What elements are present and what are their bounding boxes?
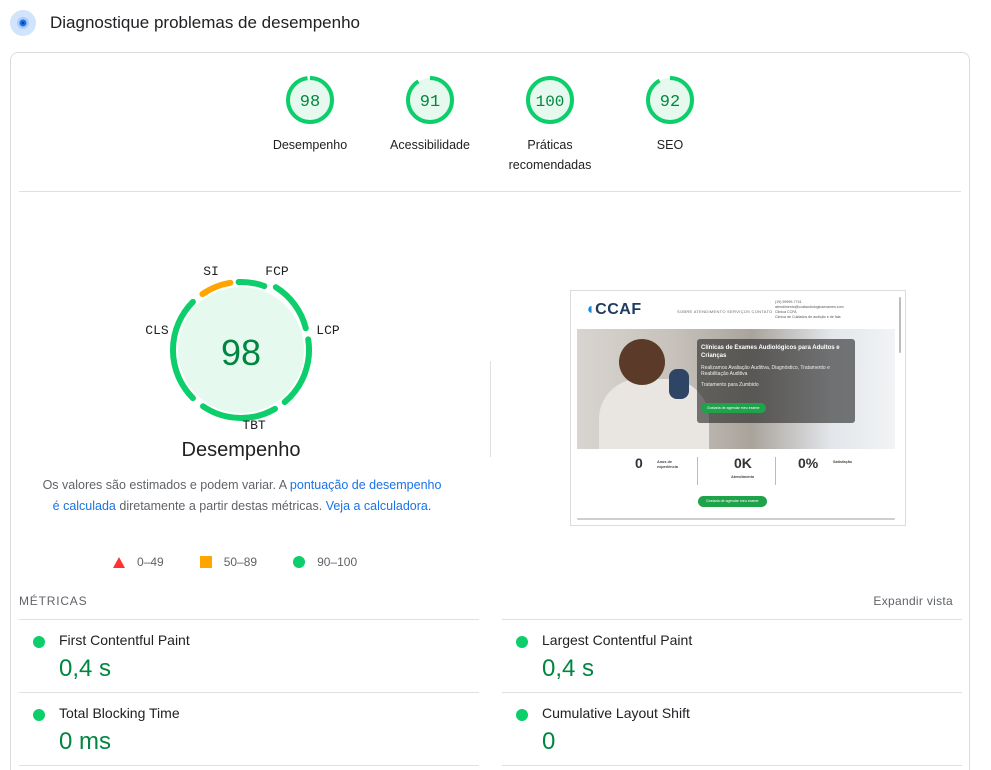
thumb-hero-box: Clínicas de Exames Audiológicos para Adu… <box>697 339 855 423</box>
metric-value: 0 <box>542 728 556 755</box>
divider <box>19 191 961 192</box>
performance-score: 98 <box>221 332 261 373</box>
thumb-stat-1: 0 <box>635 455 643 471</box>
thumb-logo: ◖CCAF <box>585 301 642 318</box>
legend-label: 50–89 <box>223 555 258 569</box>
metric-name: Largest Contentful Paint <box>542 632 693 648</box>
metric-tbt: Total Blocking Time 0 ms <box>19 692 479 765</box>
performance-description: Os valores são estimados e podem variar.… <box>39 475 445 516</box>
headphones-icon <box>669 369 689 399</box>
metrics-heading: MÉTRICAS <box>19 594 88 608</box>
metric-cls: Cumulative Layout Shift 0 <box>502 692 962 765</box>
score-gauge-ring: 100 <box>526 76 574 124</box>
score-label: SEO <box>656 138 684 152</box>
thumb-cta-button: Gostaria de agendar meu exame <box>698 496 767 507</box>
calculator-link[interactable]: Veja a calculadora <box>326 499 428 513</box>
metric-name: First Contentful Paint <box>59 632 190 648</box>
score-gauge-seo[interactable]: 92 SEO <box>610 75 730 175</box>
score-gauge-accessibility[interactable]: 91 Acessibilidade <box>370 75 490 175</box>
thumb-stat-2-label: Atendimento <box>731 475 755 479</box>
metric-name: Cumulative Layout Shift <box>542 705 690 721</box>
score-gauge-performance[interactable]: 98 Desempenho <box>250 75 370 175</box>
vertical-divider <box>490 361 491 457</box>
thumb-contacts: (19) 99999-7741 atendimento@ccafaudiolog… <box>775 300 844 319</box>
thumb-stat-2: 0K <box>734 455 752 471</box>
gauge-label-lcp: LCP <box>316 323 340 338</box>
score-value: 98 <box>300 93 320 112</box>
metrics-bottom-rule <box>502 765 962 766</box>
metric-lcp: Largest Contentful Paint 0,4 s <box>502 619 962 692</box>
thumb-hero-text-2: Tratamento para Zumbido <box>701 382 759 388</box>
score-label: Desempenho <box>272 138 348 152</box>
category-scores: 98 Desempenho 91 Acessibilidade 100 Prát… <box>11 75 969 175</box>
report-card: 98 Desempenho 91 Acessibilidade 100 Prát… <box>10 52 970 770</box>
score-gauge-ring: 98 <box>286 76 334 124</box>
score-label: Práticas recomendadas <box>508 138 592 172</box>
thumb-nav-links: SOBRE ATENDIMENTO SERVIÇOS CONTATO <box>677 309 773 314</box>
performance-title: Desempenho <box>181 439 301 461</box>
score-value: 91 <box>420 93 440 112</box>
thumb-h-scrollbar <box>577 518 895 520</box>
lighthouse-icon <box>10 10 36 36</box>
thumb-v-scrollbar <box>899 297 901 353</box>
metric-fcp: First Contentful Paint 0,4 s <box>19 619 479 692</box>
metric-name: Total Blocking Time <box>59 705 180 721</box>
score-gauge-ring: 92 <box>646 76 694 124</box>
desc-text: Os valores são estimados e podem variar.… <box>42 478 290 492</box>
square-icon <box>199 556 212 568</box>
legend-fail: 0–49 <box>113 555 164 569</box>
performance-gauge: 98 SI FCP LCP TBT CLS <box>145 265 340 433</box>
thumb-hero-heading: Clínicas de Exames Audiológicos para Adu… <box>701 345 840 359</box>
pass-icon <box>33 709 45 721</box>
thumb-hero-head <box>619 339 665 385</box>
legend-label: 0–49 <box>137 555 164 569</box>
score-gauge-best-practices[interactable]: 100 Práticas recomendadas <box>490 75 610 175</box>
thumb-stat-sep <box>775 457 776 485</box>
expand-view-toggle[interactable]: Expandir vista <box>873 594 953 608</box>
legend-label: 90–100 <box>317 555 358 569</box>
metric-value: 0,4 s <box>59 655 112 682</box>
thumb-hero: Clínicas de Exames Audiológicos para Adu… <box>577 329 895 449</box>
thumb-hero-button: Gostaria de agendar meu exame <box>701 403 766 413</box>
gauge-label-fcp: FCP <box>265 265 289 279</box>
thumb-hero-person <box>599 379 709 449</box>
score-value: 100 <box>536 93 565 111</box>
score-label: Acessibilidade <box>390 138 470 152</box>
pass-icon <box>33 636 45 648</box>
triangle-icon <box>113 556 125 568</box>
thumb-nav: ◖CCAF SOBRE ATENDIMENTO SERVIÇOS CONTATO… <box>571 291 905 327</box>
thumb-stat-sep <box>697 457 698 485</box>
score-legend: 0–49 50–89 90–100 <box>113 555 393 569</box>
metric-value: 0,4 s <box>542 655 595 682</box>
metrics-bottom-rule <box>19 765 479 766</box>
page-screenshot-thumbnail[interactable]: ◖CCAF SOBRE ATENDIMENTO SERVIÇOS CONTATO… <box>570 290 906 526</box>
thumb-stat-1-label: Anos de experiência <box>657 460 678 469</box>
circle-icon <box>293 556 306 568</box>
pass-icon <box>516 636 528 648</box>
desc-text: diretamente a partir destas métricas. <box>115 498 326 513</box>
pass-icon <box>516 709 528 721</box>
section-title: Diagnostique problemas de desempenho <box>50 13 360 32</box>
gauge-segment-fcp-start <box>235 278 268 290</box>
section-header: Diagnostique problemas de desempenho <box>10 10 360 36</box>
legend-pass: 90–100 <box>293 555 357 569</box>
legend-average: 50–89 <box>199 555 258 569</box>
thumb-stat-3-label: Satisfação <box>833 460 852 464</box>
thumb-stats: 0 Anos de experiência 0K Atendimento 0% … <box>571 455 905 485</box>
thumb-hero-text: Realizamos Avaliação Auditiva, Diagnósti… <box>701 365 830 377</box>
gauge-label-cls: CLS <box>145 323 169 338</box>
metric-value: 0 ms <box>59 728 112 755</box>
desc-text: . <box>427 498 432 513</box>
score-gauge-ring: 91 <box>406 76 454 124</box>
thumb-stat-3: 0% <box>798 455 819 471</box>
gauge-label-tbt: TBT <box>242 418 266 433</box>
score-value: 92 <box>660 93 680 112</box>
gauge-label-si: SI <box>203 265 219 279</box>
